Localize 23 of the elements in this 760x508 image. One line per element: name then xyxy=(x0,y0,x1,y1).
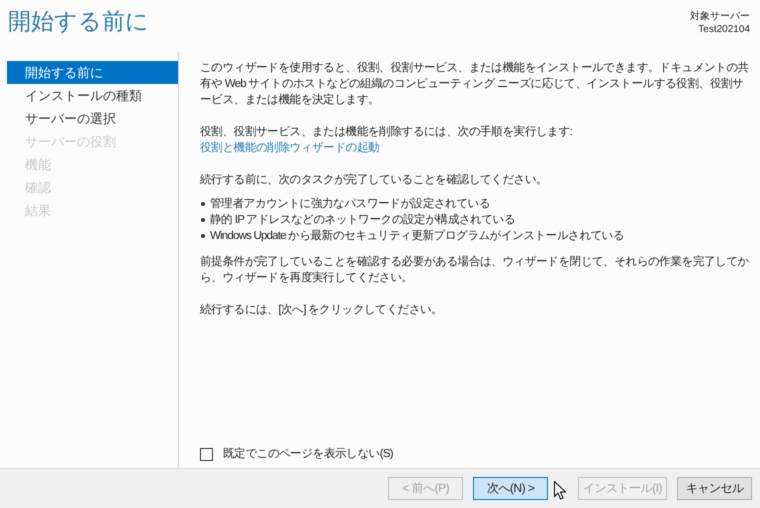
confirm-text: 続行する前に、次のタスクが完了していることを確認してください。 xyxy=(200,172,548,188)
remove-wizard-link[interactable]: 役割と機能の削除ウィザードの起動 xyxy=(200,140,380,156)
task-item: Windows Update から最新のセキュリティ更新プログラムがインストールされている xyxy=(210,228,624,244)
wizard-step[interactable]: サーバーの選択 xyxy=(7,107,178,130)
bullet-icon xyxy=(201,234,205,238)
checkbox[interactable] xyxy=(200,448,213,460)
task-item: 静的 IP アドレスなどのネットワークの設定が構成されている xyxy=(210,212,516,228)
checkbox-label[interactable]: 既定でこのページを表示しない(S) xyxy=(223,446,393,462)
page-title: 開始する前に xyxy=(8,7,149,36)
intro-text: このウィザードを使用すると、役割、役割サービス、または機能をインストールできます。ドキュメントの共有や Web サイトのホストなどの組織のコンピューティング ニーズに応じて、インストールする役割、役割サービス、または機能を決定します。 xyxy=(200,60,750,108)
task-item: 管理者アカウントに強力なパスワードが設定されている xyxy=(210,196,490,212)
wizard-button[interactable]: キャンセル xyxy=(677,477,752,500)
wizard-step[interactable]: インストールの種類 xyxy=(7,84,178,107)
cursor-icon xyxy=(554,481,566,500)
bullet-icon xyxy=(201,218,205,222)
remove-text: 役割、役割サービス、または機能を削除するには、次の手順を実行します: xyxy=(200,124,572,140)
wizard-button[interactable]: 次へ(N) > xyxy=(473,477,548,500)
prerequisite-text: 前提条件が完了していることを確認する必要がある場合は、ウィザードを閉じて、それらの作業を完了してから、ウィザードを再度実行してください。 xyxy=(200,254,750,286)
bullet-icon xyxy=(201,202,205,206)
wizard-step[interactable]: 開始する前に xyxy=(7,61,178,84)
target-server-label: 対象サーバー xyxy=(690,10,750,23)
continue-text: 続行するには、[次へ] をクリックしてください。 xyxy=(200,302,444,318)
target-server-name: Test202104 xyxy=(698,23,750,36)
